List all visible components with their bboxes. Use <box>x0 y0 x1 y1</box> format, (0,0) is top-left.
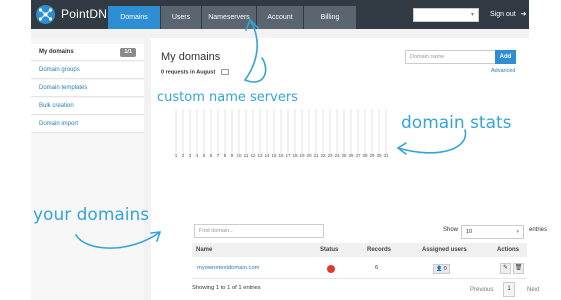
arrow-to-domain-row <box>75 231 161 249</box>
arrow-to-chart <box>397 129 467 154</box>
arrow-to-nameservers <box>243 19 267 83</box>
annotation-arrows <box>75 19 467 249</box>
